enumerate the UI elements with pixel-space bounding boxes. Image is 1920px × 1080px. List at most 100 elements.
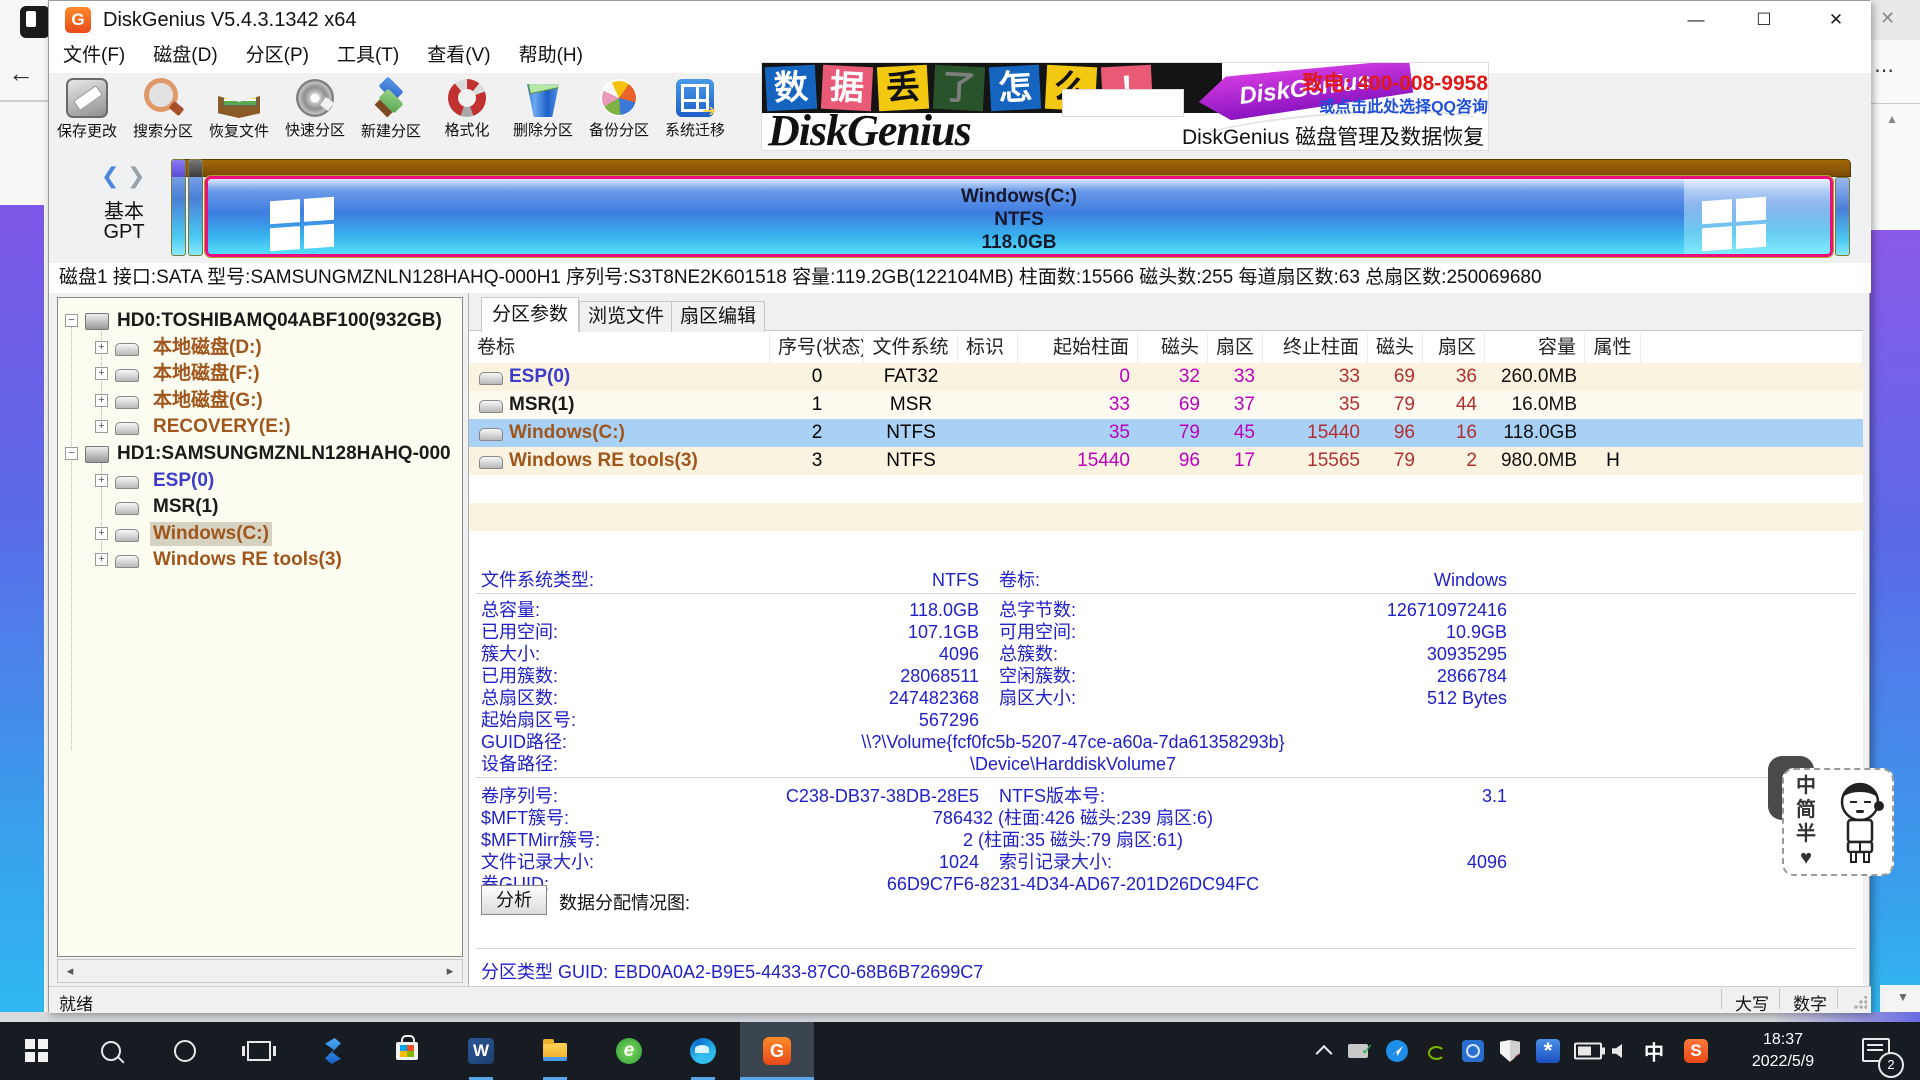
tray-bird-icon[interactable] bbox=[1386, 1022, 1420, 1080]
tree-expander-expand-icon[interactable]: + bbox=[95, 553, 108, 566]
tray-snow-icon[interactable]: * bbox=[1536, 1022, 1570, 1080]
column-header-8[interactable]: 磁头 bbox=[1368, 333, 1423, 363]
scroll-right-icon[interactable]: ▸ bbox=[438, 960, 462, 982]
tree-item-6[interactable]: + ESP(0) bbox=[58, 468, 462, 494]
tree-item-8[interactable]: +Windows(C:) bbox=[58, 521, 462, 547]
disk-header-bar[interactable] bbox=[171, 159, 1851, 177]
toolbar-button-delete[interactable]: 删除分区 bbox=[505, 73, 581, 151]
tree-horizontal-scrollbar[interactable]: ◂ ▸ bbox=[57, 959, 463, 983]
tree-expander-expand-icon[interactable]: + bbox=[95, 341, 108, 354]
menu-item-2[interactable]: 分区(P) bbox=[232, 39, 323, 73]
tree-expander-expand-icon[interactable]: + bbox=[95, 527, 108, 540]
taskbar-search-button[interactable] bbox=[74, 1022, 148, 1080]
titlebar[interactable]: G DiskGenius V5.4.3.1342 x64 — ☐ ✕ bbox=[49, 1, 1871, 39]
tree-expander-collapse-icon[interactable]: − bbox=[65, 314, 78, 327]
partition-bar-esp[interactable] bbox=[171, 159, 186, 256]
column-header-0[interactable]: 卷标 bbox=[469, 333, 770, 363]
tree-expander-expand-icon[interactable]: + bbox=[95, 420, 108, 433]
toolbar-button-recover[interactable]: 恢复文件 bbox=[201, 73, 277, 151]
tray-shield-icon[interactable] bbox=[1500, 1022, 1534, 1080]
tab-扇区编辑[interactable]: 扇区编辑 bbox=[671, 301, 765, 332]
ime-indicator[interactable]: 半 bbox=[1794, 822, 1818, 846]
tree-item-label[interactable]: ESP(0) bbox=[150, 469, 217, 493]
partition-bar-msr[interactable] bbox=[188, 159, 203, 256]
taskbar-word-button[interactable]: W bbox=[444, 1022, 518, 1080]
ime-indicator[interactable]: 简 bbox=[1794, 798, 1818, 822]
scrollbar[interactable]: ▼ bbox=[1880, 985, 1920, 1012]
column-header-1[interactable]: 序号(状态) bbox=[770, 333, 864, 363]
column-header-3[interactable]: 标识 bbox=[958, 333, 1018, 363]
tray-printer-icon[interactable] bbox=[1348, 1022, 1382, 1080]
scroll-up-icon[interactable]: ▲ bbox=[1886, 112, 1898, 126]
taskbar-ie-button[interactable]: e bbox=[592, 1022, 666, 1080]
tray-spk-icon[interactable] bbox=[1612, 1022, 1646, 1080]
column-header-6[interactable]: 扇区 bbox=[1208, 333, 1263, 363]
table-row-Windows RE tools(3)[interactable]: Windows RE tools(3)3NTFS1544096171556579… bbox=[469, 447, 1863, 475]
tree-item-label[interactable]: 本地磁盘(D:) bbox=[150, 336, 265, 360]
toolbar-button-migrate[interactable]: 系统迁移 bbox=[657, 73, 733, 151]
taskbar-clock[interactable]: 18:37 2022/5/9 bbox=[1735, 1029, 1831, 1073]
tree-expander-expand-icon[interactable]: + bbox=[95, 474, 108, 487]
menu-item-3[interactable]: 工具(T) bbox=[323, 39, 413, 73]
tray-nvidia-icon[interactable] bbox=[1424, 1022, 1458, 1080]
taskbar-explorer-button[interactable] bbox=[518, 1022, 592, 1080]
tree-expander-expand-icon[interactable]: + bbox=[95, 367, 108, 380]
menu-item-4[interactable]: 查看(V) bbox=[413, 39, 504, 73]
table-row-Windows(C:)[interactable]: Windows(C:)2NTFS357945154409616118.0GB bbox=[469, 419, 1863, 447]
toolbar-button-search[interactable]: 搜索分区 bbox=[125, 73, 201, 151]
tree-item-label[interactable]: HD0:TOSHIBAMQ04ABF100(932GB) bbox=[114, 309, 445, 333]
tray-batt-icon[interactable] bbox=[1574, 1022, 1608, 1080]
tree-expander-expand-icon[interactable]: + bbox=[95, 394, 108, 407]
tab-分区参数[interactable]: 分区参数 bbox=[481, 297, 579, 332]
tree-item-7[interactable]: MSR(1) bbox=[58, 494, 462, 520]
column-header-2[interactable]: 文件系统 bbox=[864, 333, 958, 363]
tree-item-label[interactable]: HD1:SAMSUNGMZNLN128HAHQ-000 bbox=[114, 442, 454, 466]
resize-grip[interactable] bbox=[1853, 996, 1867, 1010]
next-disk-icon[interactable]: ❯ bbox=[127, 163, 145, 189]
minimize-button[interactable]: — bbox=[1666, 1, 1726, 39]
taskbar-flash-button[interactable] bbox=[296, 1022, 370, 1080]
column-header-10[interactable]: 容量 bbox=[1485, 333, 1585, 363]
menu-item-0[interactable]: 文件(F) bbox=[49, 39, 139, 73]
analyze-button[interactable]: 分析 bbox=[481, 885, 547, 915]
ime-indicator[interactable]: ♥ bbox=[1794, 846, 1818, 870]
menu-item-5[interactable]: 帮助(H) bbox=[505, 39, 597, 73]
promo-banner[interactable]: 数据丢了怎么! DiskGenius DiskGenius 致电: 400-00… bbox=[761, 62, 1489, 151]
toolbar-button-new[interactable]: 新建分区 bbox=[353, 73, 429, 151]
partition-bar-windows-c[interactable]: Windows(C:) NTFS 118.0GB bbox=[205, 176, 1833, 257]
tree-item-1[interactable]: + 本地磁盘(D:) bbox=[58, 335, 462, 361]
banner-qq-link[interactable]: 或点击此处选择QQ咨询 bbox=[1248, 93, 1488, 117]
ime-mode-indicators[interactable]: 中简半♥ bbox=[1794, 774, 1818, 870]
prev-disk-icon[interactable]: ❮ bbox=[101, 163, 119, 189]
tray-intel-icon[interactable] bbox=[1462, 1022, 1496, 1080]
toolbar-button-quick[interactable]: 快速分区 bbox=[277, 73, 353, 151]
ellipsis-menu-icon[interactable]: ⋯ bbox=[1874, 58, 1896, 83]
tree-item-label[interactable]: Windows RE tools(3) bbox=[150, 548, 345, 572]
taskbar-edge-button[interactable] bbox=[666, 1022, 740, 1080]
taskbar-cortana-button[interactable] bbox=[148, 1022, 222, 1080]
column-header-5[interactable]: 磁头 bbox=[1138, 333, 1208, 363]
tree-item-label[interactable]: 本地磁盘(F:) bbox=[150, 362, 263, 386]
column-header-4[interactable]: 起始柱面 bbox=[1018, 333, 1138, 363]
tree-item-label[interactable]: 本地磁盘(G:) bbox=[150, 389, 266, 413]
scroll-left-icon[interactable]: ◂ bbox=[58, 960, 82, 982]
scroll-down-icon[interactable]: ▼ bbox=[1897, 990, 1909, 1004]
taskbar-start-button[interactable] bbox=[0, 1022, 74, 1080]
tray-chevron-icon[interactable] bbox=[1318, 1022, 1352, 1080]
maximize-button[interactable]: ☐ bbox=[1734, 1, 1794, 39]
tree-item-9[interactable]: + Windows RE tools(3) bbox=[58, 547, 462, 573]
table-row-MSR(1)[interactable]: MSR(1)1MSR33693735794416.0MB bbox=[469, 391, 1863, 419]
toolbar-button-format[interactable]: 格式化 bbox=[429, 73, 505, 151]
background-close-icon[interactable]: ✕ bbox=[1880, 8, 1895, 29]
tray-ime-icon[interactable]: 中 bbox=[1644, 1022, 1678, 1080]
tree-item-5[interactable]: − HD1:SAMSUNGMZNLN128HAHQ-000 bbox=[58, 441, 462, 467]
sogou-ime-widget[interactable]: 中简半♥ bbox=[1782, 768, 1894, 876]
column-header-7[interactable]: 终止柱面 bbox=[1263, 333, 1368, 363]
ime-indicator[interactable]: 中 bbox=[1794, 774, 1818, 798]
column-header-11[interactable]: 属性 bbox=[1585, 333, 1641, 363]
tree-expander-collapse-icon[interactable]: − bbox=[65, 447, 78, 460]
toolbar-button-backup[interactable]: 备份分区 bbox=[581, 73, 657, 151]
tab-浏览文件[interactable]: 浏览文件 bbox=[579, 301, 673, 332]
tree-item-label[interactable]: MSR(1) bbox=[150, 495, 221, 519]
toolbar-button-save[interactable]: 保存更改 bbox=[49, 73, 125, 151]
